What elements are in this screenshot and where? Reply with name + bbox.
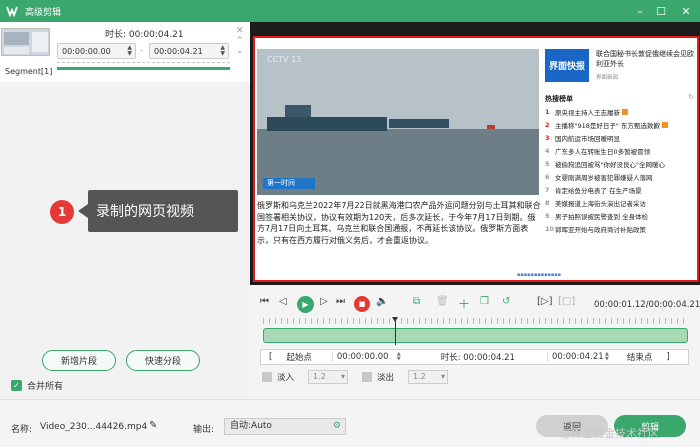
news-caption: 第一时间: [263, 178, 315, 189]
segment-card[interactable]: 时长: 00:00:04.21 00:00:00.00 ▲ ▼ - 00:00:0…: [0, 22, 250, 82]
fade-out-label: 淡出: [377, 373, 395, 383]
output-value: 自动:Auto: [230, 421, 272, 431]
hot-list-item: 3 国内航运市场回暖明显: [545, 134, 620, 143]
stepper-icon[interactable]: ▲ ▼: [220, 45, 225, 57]
fade-in-checkbox[interactable]: [262, 372, 272, 382]
set-start-button[interactable]: [: [269, 352, 272, 362]
start-point-label[interactable]: 起始点: [286, 351, 312, 363]
app-logo-icon: [6, 6, 18, 18]
segment-progress-bar: [57, 67, 230, 70]
copy-icon[interactable]: ❐: [480, 296, 489, 307]
mark-out-icon[interactable]: [□]: [558, 296, 575, 307]
article-text: 俄罗斯和乌克兰2022年7月22日就黑海港口农产品外运问题分别与土耳其和联合国签…: [257, 201, 541, 245]
side-headline-source: 界面新闻: [596, 75, 619, 81]
fade-out-select[interactable]: 1.2: [408, 370, 449, 384]
annotation-callout: 录制的网页视频: [78, 190, 238, 232]
volume-icon[interactable]: 🔈: [376, 296, 388, 307]
hot-list-item: 7 肯定给鱼分电表了 在生产场景: [545, 186, 642, 195]
playhead[interactable]: [392, 317, 398, 345]
news-logo: 界面快报: [545, 49, 589, 82]
window-title: 高级剪辑: [25, 7, 62, 18]
hot-list-item: 8 美媒报道上海街头演出记者采访: [545, 199, 646, 208]
hot-list-item: 4 广东多人在转账生日0多暂被冒领: [545, 147, 651, 156]
end-point-input[interactable]: 00:00:04.21: [546, 352, 605, 362]
mark-in-icon[interactable]: [▷]: [537, 296, 553, 307]
set-end-button[interactable]: ]: [666, 352, 669, 362]
stop-record-button[interactable]: ■: [354, 296, 370, 312]
range-separator: -: [140, 46, 144, 56]
bottom-bar: 名称: Video_230...44426.mp4 ✎ 输出: 自动:Auto …: [0, 399, 700, 447]
channel-watermark: CCTV 13: [267, 55, 302, 64]
add-icon[interactable]: ＋: [458, 295, 470, 312]
output-label: 输出:: [193, 425, 215, 435]
refresh-icon: ↻: [688, 93, 694, 101]
news-video-still: CCTV 13 第一时间: [257, 49, 539, 195]
start-point-input[interactable]: 00:00:00.00: [331, 352, 397, 362]
segment-end-input[interactable]: 00:00:04.21 ▲ ▼: [149, 43, 229, 59]
editor-panel: CCTV 13 第一时间 俄罗斯和乌克兰2022年7月22日就黑海港口农产品外运…: [250, 22, 700, 399]
hot-list-item: 2 主播称"918是好日子" 东方甄选致歉: [545, 120, 668, 130]
trim-duration: 时长: 00:00:04.21: [440, 353, 515, 363]
fade-in-select[interactable]: 1.2: [308, 370, 349, 384]
merge-all-checkbox[interactable]: ✓ 合并所有: [11, 379, 63, 392]
segment-label: Segment[1]: [5, 67, 53, 76]
side-headline: 联合国秘书长敦促俄继续会见欧利亚外长: [596, 50, 694, 68]
split-icon[interactable]: ⧉: [413, 296, 420, 307]
jump-end-icon[interactable]: ⏭: [336, 296, 345, 307]
playback-timecode: 00:00:01.12/00:00:04.21: [594, 300, 700, 310]
checkbox-icon[interactable]: ✓: [11, 380, 22, 391]
segment-divider: [57, 62, 230, 63]
watermark-credit: @稀土掘金技术社区: [560, 427, 659, 440]
fade-out-control[interactable]: 淡出 1.2: [362, 370, 449, 384]
fade-in-label: 淡入: [277, 373, 295, 383]
segment-thumbnail[interactable]: [1, 28, 50, 56]
play-button[interactable]: ▶: [297, 296, 314, 313]
hot-list-title: 热搜榜单: [545, 95, 573, 103]
segment-duration: 时长: 00:00:04.21: [105, 30, 184, 40]
segment-start-input[interactable]: 00:00:00.00 ▲ ▼: [57, 43, 136, 59]
output-select[interactable]: 自动:Auto ⚙: [224, 418, 346, 435]
name-label: 名称:: [11, 425, 33, 435]
stepper-icon[interactable]: ▲ ▼: [605, 352, 609, 362]
segment-start-value: 00:00:00.00: [62, 46, 111, 56]
recorded-webpage-frame: CCTV 13 第一时间 俄罗斯和乌克兰2022年7月22日就黑海港口农产品外运…: [253, 36, 699, 282]
step-badge: 1: [50, 200, 74, 224]
edit-name-icon[interactable]: ✎: [149, 420, 157, 431]
end-point-label[interactable]: 结束点: [627, 351, 653, 363]
reset-icon[interactable]: ↺: [502, 296, 510, 307]
merge-all-label: 合并所有: [27, 382, 64, 392]
close-segment-icon[interactable]: ✕ ⌃ ⌄: [236, 26, 244, 56]
step-forward-icon[interactable]: ▷: [320, 296, 328, 307]
stepper-icon[interactable]: ▲ ▼: [397, 352, 401, 362]
jump-start-icon[interactable]: ⏮: [260, 296, 269, 307]
fade-in-control[interactable]: 淡入 1.2: [262, 370, 349, 384]
playback-controls: ⏮ ◁ ▶ ▷ ⏭ ■ 🔈 ⧉ 🗑 ＋ ❐ ↺ [▷] [□] 00:00:01…: [250, 285, 700, 399]
segment-end-value: 00:00:04.21: [154, 46, 203, 56]
add-segment-button[interactable]: 新增片段: [42, 350, 116, 371]
delete-icon[interactable]: 🗑: [436, 296, 449, 307]
timeline-track[interactable]: [263, 328, 688, 343]
hot-list-item: 1 原央视主持人王志履新: [545, 107, 628, 117]
title-bar: 高级剪辑 – ☐ ✕: [0, 0, 700, 22]
close-button[interactable]: ✕: [674, 0, 698, 22]
hot-list-item: 6 女婴刚满周岁被害犯罪嫌疑人落网: [545, 173, 653, 182]
loading-indicator: ▪▪▪▪▪▪▪▪▪▪▪▪▪: [517, 272, 562, 278]
hot-list-item: 5 被偷狗追回被骂"你好没良心"全网暖心: [545, 160, 665, 169]
quick-split-button[interactable]: 快速分段: [126, 350, 200, 371]
maximize-button[interactable]: ☐: [649, 0, 673, 22]
step-back-icon[interactable]: ◁: [279, 296, 287, 307]
timeline-ruler: [263, 318, 688, 324]
file-name: Video_230...44426.mp4: [40, 422, 148, 432]
hot-list-item: 10 郭晖亚开始与政府商讨补贴政策: [545, 225, 646, 234]
gear-icon[interactable]: ⚙: [333, 419, 341, 434]
fade-out-checkbox[interactable]: [362, 372, 372, 382]
trim-bar: [ 起始点 00:00:00.00 ▲ ▼ 时长: 00:00:04.21 00:…: [260, 349, 689, 365]
hot-list-item: 9 男子拍照误被民警查到 全身体检: [545, 212, 649, 221]
video-preview[interactable]: CCTV 13 第一时间 俄罗斯和乌克兰2022年7月22日就黑海港口农产品外运…: [250, 22, 700, 285]
stepper-icon[interactable]: ▲ ▼: [127, 45, 132, 57]
